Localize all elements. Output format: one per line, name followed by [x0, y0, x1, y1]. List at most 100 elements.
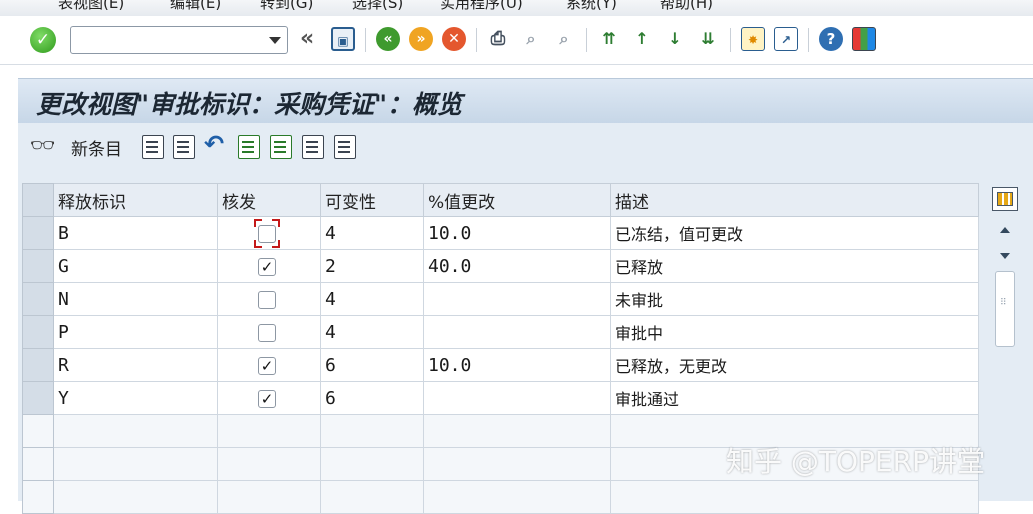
column-header-description[interactable]: 描述	[610, 183, 979, 217]
description-cell[interactable]: 未审批	[610, 282, 979, 316]
variability-cell[interactable]: 4	[320, 282, 424, 316]
print-field-icon[interactable]	[334, 135, 356, 159]
column-header-release-indicator[interactable]: 释放标识	[53, 183, 218, 217]
toolbar-separator	[365, 28, 366, 52]
empty-cell[interactable]	[320, 447, 424, 481]
empty-cell[interactable]	[217, 480, 321, 514]
vertical-scrollbar[interactable]	[992, 217, 1018, 501]
menu-item-goto[interactable]: 转到(G)	[260, 0, 313, 13]
pct-change-cell[interactable]	[423, 315, 611, 349]
chevron-down-icon[interactable]	[269, 37, 281, 44]
description-cell[interactable]: 审批中	[610, 315, 979, 349]
page-title: 更改视图"审批标识：采购凭证"：概览	[36, 90, 463, 119]
menu-item-table-view[interactable]: 表视图(E)	[58, 0, 124, 13]
column-header-pct-change[interactable]: %值更改	[423, 183, 611, 217]
row-selector[interactable]	[22, 315, 54, 349]
help-icon[interactable]: ?	[819, 27, 843, 51]
release-checkbox[interactable]: ✓	[258, 389, 276, 408]
row-selector[interactable]	[22, 348, 54, 382]
deselect-all-icon[interactable]	[302, 135, 324, 159]
glasses-icon[interactable]: 👓︎	[30, 133, 55, 157]
release-checkbox[interactable]	[258, 290, 276, 309]
row-selector[interactable]	[22, 216, 54, 250]
description-cell[interactable]: 已冻结，值可更改	[610, 216, 979, 250]
menu-item-system[interactable]: 系统(Y)	[566, 0, 617, 13]
pct-change-cell[interactable]: 10.0	[423, 348, 611, 382]
enter-icon[interactable]: ✓	[30, 27, 56, 53]
release-checkbox[interactable]	[258, 323, 276, 342]
print-icon[interactable]: ⎙	[486, 27, 510, 51]
first-page-icon[interactable]: ⇈	[597, 27, 621, 51]
copy-as-icon[interactable]	[142, 135, 164, 159]
empty-cell[interactable]	[610, 480, 979, 514]
find-next-icon[interactable]: ⌕	[552, 27, 576, 51]
pct-change-cell[interactable]: 40.0	[423, 249, 611, 283]
description-cell[interactable]: 已释放	[610, 249, 979, 283]
previous-page-icon[interactable]: ↑	[630, 27, 654, 51]
select-all-icon[interactable]	[238, 135, 260, 159]
scroll-up-icon[interactable]	[1000, 227, 1010, 233]
menu-item-edit[interactable]: 编辑(E)	[170, 0, 221, 13]
layout-icon[interactable]	[852, 27, 876, 51]
scroll-down-icon[interactable]	[1000, 253, 1010, 259]
variability-cell[interactable]: 6	[320, 348, 424, 382]
empty-cell[interactable]	[53, 447, 218, 481]
column-settings-icon[interactable]	[992, 187, 1018, 211]
back-icon[interactable]: «	[376, 27, 400, 51]
save-icon[interactable]: ▣	[331, 27, 355, 51]
row-selector[interactable]	[22, 282, 54, 316]
empty-row	[22, 480, 979, 514]
find-icon[interactable]: ⌕	[519, 27, 543, 51]
release-cell	[217, 282, 321, 316]
new-entries-button[interactable]: 新条目	[71, 135, 122, 160]
variability-cell[interactable]: 4	[320, 315, 424, 349]
empty-cell[interactable]	[423, 480, 611, 514]
empty-cell[interactable]	[423, 414, 611, 448]
next-page-icon[interactable]: ↓	[663, 27, 687, 51]
variability-cell[interactable]: 2	[320, 249, 424, 283]
empty-cell[interactable]	[217, 447, 321, 481]
empty-cell[interactable]	[320, 414, 424, 448]
menu-item-utilities[interactable]: 实用程序(U)	[440, 0, 523, 13]
cancel-icon[interactable]: ✕	[442, 27, 466, 51]
variability-cell[interactable]: 6	[320, 381, 424, 415]
release-cell: ✓	[217, 381, 321, 415]
pct-change-cell[interactable]: 10.0	[423, 216, 611, 250]
undo-icon[interactable]: ↶	[204, 130, 224, 158]
last-page-icon[interactable]: ⇊	[696, 27, 720, 51]
release-checkbox[interactable]: ✓	[258, 356, 276, 375]
variability-cell[interactable]: 4	[320, 216, 424, 250]
shortcut-icon[interactable]: ↗	[774, 27, 798, 51]
empty-cell[interactable]	[423, 447, 611, 481]
scroll-thumb[interactable]	[995, 271, 1015, 347]
select-all-cell[interactable]	[22, 183, 54, 217]
empty-cell[interactable]	[320, 480, 424, 514]
menu-item-selection[interactable]: 选择(S)	[352, 0, 403, 13]
collapse-icon[interactable]: «	[300, 28, 314, 50]
delete-icon[interactable]	[173, 135, 195, 159]
column-header-variability[interactable]: 可变性	[320, 183, 424, 217]
row-selector[interactable]	[22, 249, 54, 283]
menu-item-help[interactable]: 帮助(H)	[660, 0, 713, 13]
pct-change-cell[interactable]	[423, 381, 611, 415]
empty-cell[interactable]	[217, 414, 321, 448]
command-field[interactable]	[70, 26, 288, 54]
create-session-icon[interactable]: ✸	[741, 27, 765, 51]
watermark: 知乎 @TOPERP讲堂	[726, 445, 985, 478]
row-selector[interactable]	[22, 480, 54, 514]
description-cell[interactable]: 审批通过	[610, 381, 979, 415]
description-cell[interactable]: 已释放，无更改	[610, 348, 979, 382]
row-selector[interactable]	[22, 414, 54, 448]
pct-change-cell[interactable]	[423, 282, 611, 316]
select-block-icon[interactable]	[270, 135, 292, 159]
release-checkbox[interactable]: ✓	[258, 257, 276, 276]
menu-bar: 表视图(E) 编辑(E) 转到(G) 选择(S) 实用程序(U) 系统(Y) 帮…	[0, 0, 1033, 16]
title-bar: 更改视图"审批标识：采购凭证"：概览	[18, 78, 1033, 124]
exit-icon[interactable]: »	[409, 27, 433, 51]
row-selector[interactable]	[22, 381, 54, 415]
row-selector[interactable]	[22, 447, 54, 481]
column-header-release[interactable]: 核发	[217, 183, 321, 217]
release-indicator-cell: G	[53, 249, 218, 283]
empty-cell[interactable]	[53, 414, 218, 448]
empty-cell[interactable]	[53, 480, 218, 514]
